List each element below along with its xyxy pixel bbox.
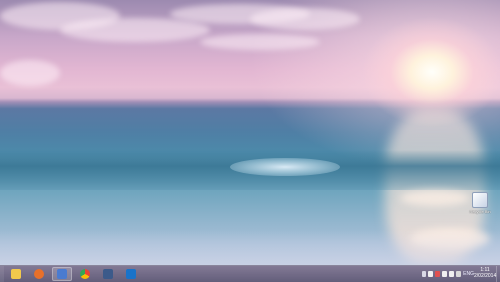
language-indicator[interactable]: ENG: [463, 271, 474, 277]
cloud: [200, 34, 320, 50]
chrome-icon: [80, 269, 90, 279]
taskbar-button-chrome[interactable]: [75, 267, 95, 281]
clock[interactable]: 1:11 2/02/2014: [474, 267, 496, 279]
flag-icon[interactable]: [442, 271, 448, 277]
beach-foam: [0, 230, 500, 265]
network-app-icon: [57, 269, 67, 279]
show-desktop-button[interactable]: [496, 266, 500, 282]
taskbar-button-photoshop[interactable]: [121, 267, 141, 281]
sea-glint: [400, 190, 470, 206]
taskbar: ENG 1:11 2/02/2014: [0, 265, 500, 282]
battery-icon[interactable]: [456, 271, 462, 277]
taskbar-button-computer[interactable]: [98, 267, 118, 281]
clock-date: 2/02/2014: [474, 273, 497, 279]
wave-foam: [230, 158, 340, 176]
system-tray: ENG: [422, 269, 474, 279]
computer-icon: [103, 269, 113, 279]
firefox-icon: [34, 269, 44, 279]
desktop-icon-label: Recycle Bin: [469, 209, 491, 214]
taskbar-button-file-explorer[interactable]: [6, 267, 26, 281]
cloud: [0, 60, 60, 86]
security-icon[interactable]: [435, 271, 441, 277]
cloud: [60, 18, 210, 42]
start-button[interactable]: [0, 266, 4, 282]
file-explorer-icon: [11, 269, 21, 279]
taskbar-button-network-app[interactable]: [52, 267, 72, 281]
cloud: [250, 8, 360, 30]
taskbar-button-firefox[interactable]: [29, 267, 49, 281]
desktop-wallpaper: Recycle Bin: [0, 0, 500, 265]
network-icon[interactable]: [428, 271, 434, 277]
photoshop-icon: [126, 269, 136, 279]
chevron-up-icon[interactable]: [422, 271, 427, 277]
desktop-icon-recycle-bin[interactable]: Recycle Bin: [466, 192, 494, 218]
recycle-bin-icon: [472, 192, 488, 208]
volume-icon[interactable]: [449, 271, 455, 277]
